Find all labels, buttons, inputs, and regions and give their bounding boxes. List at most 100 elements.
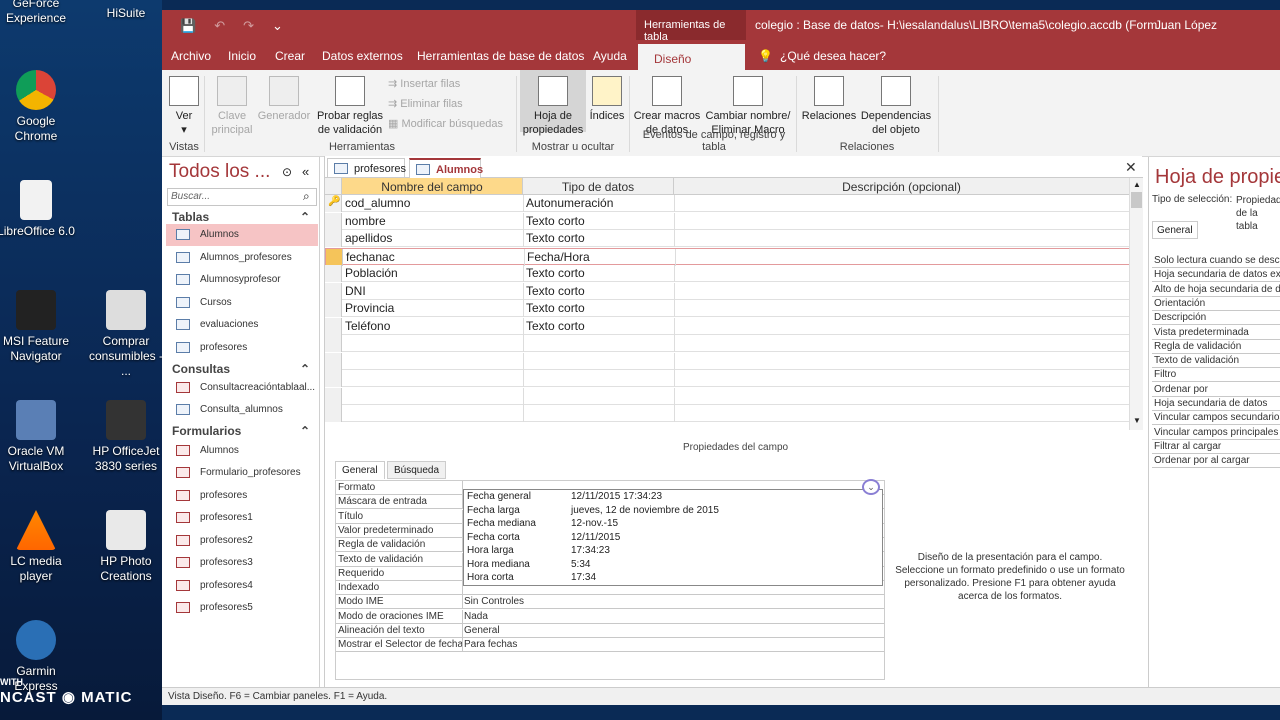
scroll-down-icon[interactable]: ▼ (1133, 416, 1141, 425)
nav-item-profesores2[interactable]: profesores2 (166, 530, 318, 552)
tab-datos-externos[interactable]: Datos externos (322, 49, 403, 63)
sheet-property-row[interactable]: Descripción (1152, 311, 1280, 326)
scroll-thumb[interactable] (1131, 192, 1142, 208)
view-button[interactable]: Ver ▾ (166, 70, 202, 137)
table-row-empty[interactable] (325, 387, 1130, 405)
tab-diseno[interactable]: Diseño (638, 42, 745, 70)
table-row[interactable]: Provincia Texto corto (325, 300, 1130, 317)
table-row-empty[interactable] (325, 352, 1130, 370)
dropdown-option[interactable]: Hora mediana 5:34 (464, 559, 882, 573)
nav-item-profesores3[interactable]: profesores3 (166, 552, 318, 574)
data-type-cell[interactable]: Texto corto (526, 284, 585, 298)
table-row[interactable]: Teléfono Texto corto (325, 317, 1130, 335)
table-row[interactable]: 🔑 cod_alumno Autonumeración (325, 195, 1130, 212)
sheet-property-row[interactable]: Texto de validación (1152, 354, 1280, 369)
sheet-property-row[interactable]: Vista predeterminada (1152, 326, 1280, 340)
vertical-scrollbar[interactable]: ▲ ▼ (1129, 178, 1143, 430)
field-name-cell[interactable]: apellidos (345, 231, 392, 245)
table-row[interactable]: apellidos Texto corto (325, 230, 1130, 247)
delete-rows-button[interactable]: ⇉ Eliminar filas (388, 97, 463, 110)
nav-menu-icon[interactable]: ⊙ (282, 165, 292, 179)
rename-delete-macro-button[interactable]: Cambiar nombre/ Eliminar Macro (702, 70, 794, 137)
sheet-property-row[interactable]: Hoja secundaria de datos (1152, 397, 1280, 411)
property-row[interactable]: Mostrar el Selector de fecha Para fechas (336, 638, 884, 653)
nav-title[interactable]: Todos los ... (169, 161, 270, 183)
object-dependencies-button[interactable]: Dependencias del objeto (858, 70, 934, 137)
field-name-cell[interactable]: nombre (345, 214, 386, 228)
nav-item-cursos[interactable]: Cursos (166, 292, 318, 314)
table-row[interactable]: DNI Texto corto (325, 282, 1130, 300)
nav-item-form-alumnos[interactable]: Alumnos (166, 440, 318, 462)
indexes-button[interactable]: Índices (587, 70, 627, 123)
relationships-button[interactable]: Relaciones (800, 70, 858, 123)
nav-item-consulta-creacion[interactable]: Consultacreacióntablaal... (166, 377, 318, 399)
dropdown-option[interactable]: Hora corta 17:34 (464, 572, 882, 586)
field-name-cell[interactable]: DNI (345, 284, 366, 298)
dropdown-option[interactable]: Hora larga 17:34:23 (464, 545, 882, 559)
nav-item-form-profesores[interactable]: profesores (166, 485, 318, 507)
property-row[interactable]: Alineación del texto General (336, 624, 884, 638)
save-icon[interactable]: 💾 (180, 18, 196, 34)
nav-item-alumnos-profesores[interactable]: Alumnos_profesores (166, 247, 318, 269)
row-selector[interactable] (325, 405, 342, 422)
desktop-icon-vlc[interactable]: LC media player (0, 510, 76, 584)
nav-item-profesores1[interactable]: profesores1 (166, 507, 318, 529)
nav-section-formularios[interactable]: Formularios ⌃ (162, 422, 320, 440)
property-value[interactable]: Sin Controles (464, 596, 524, 607)
row-selector[interactable] (325, 370, 342, 387)
nav-item-profesores5[interactable]: profesores5 (166, 597, 318, 619)
field-name-cell[interactable]: Población (345, 266, 398, 280)
nav-item-consulta-alumnos[interactable]: Consulta_alumnos (166, 399, 318, 421)
tab-inicio[interactable]: Inicio (228, 49, 256, 63)
desktop-icon-msi[interactable]: MSI Feature Navigator (0, 290, 76, 364)
data-type-cell[interactable]: Autonumeración (526, 196, 613, 210)
nav-search-input[interactable]: Buscar... (167, 188, 317, 206)
row-selector[interactable] (325, 265, 342, 282)
tab-general[interactable]: General (335, 461, 385, 479)
desktop-icon-chrome[interactable]: Google Chrome (0, 70, 76, 144)
tab-ayuda[interactable]: Ayuda (593, 49, 627, 63)
data-type-cell[interactable]: Texto corto (526, 266, 585, 280)
desktop-icon-hisuite[interactable]: HiSuite (86, 6, 166, 21)
property-row[interactable]: Modo IME Sin Controles (336, 595, 884, 610)
field-name-cell[interactable]: cod_alumno (345, 196, 410, 210)
table-row-empty[interactable] (325, 405, 1130, 422)
close-icon[interactable]: ✕ (1125, 159, 1137, 176)
nav-item-formulario-profesores[interactable]: Formulario_profesores (166, 462, 318, 484)
row-selector[interactable]: 🔑 (325, 195, 342, 212)
tab-archivo[interactable]: Archivo (171, 49, 211, 63)
table-row-empty[interactable] (325, 335, 1130, 352)
sheet-property-row[interactable]: Ordenar por al cargar (1152, 454, 1280, 469)
customize-qat-icon[interactable]: ⌄ (272, 18, 283, 34)
nav-item-profesores[interactable]: profesores (166, 337, 318, 359)
row-selector[interactable] (325, 387, 342, 405)
row-selector[interactable] (325, 212, 342, 230)
row-selector[interactable] (325, 317, 342, 335)
field-name-cell[interactable]: fechanac (346, 250, 395, 264)
property-value[interactable]: Nada (464, 611, 488, 622)
sheet-property-row[interactable]: Regla de validación (1152, 340, 1280, 354)
data-type-cell[interactable]: Texto corto (526, 319, 585, 333)
nav-item-alumnosyprofesor[interactable]: Alumnosyprofesor (166, 269, 318, 291)
scroll-up-icon[interactable]: ▲ (1133, 180, 1141, 189)
sheet-property-row[interactable]: Hoja secundaria de datos ex (1152, 268, 1280, 283)
tab-crear[interactable]: Crear (275, 49, 305, 63)
table-row-selected[interactable]: fechanac Fecha/Hora (325, 247, 1130, 266)
desktop-icon-hp-photo[interactable]: HP Photo Creations (86, 510, 166, 584)
search-icon[interactable]: ⌕ (303, 189, 310, 204)
sheet-tab-general[interactable]: General (1152, 221, 1198, 239)
sheet-property-row[interactable]: Vincular campos principales (1152, 426, 1280, 440)
table-row[interactable]: Población Texto corto (325, 265, 1130, 282)
modify-lookups-button[interactable]: ▦ Modificar búsquedas (388, 117, 503, 130)
format-dropdown-button[interactable]: ⌄ (862, 479, 880, 495)
dropdown-option[interactable]: Fecha corta 12/11/2015 (464, 532, 882, 546)
sheet-property-row[interactable]: Filtrar al cargar (1152, 440, 1280, 454)
sheet-property-row[interactable]: Solo lectura cuando se desco (1152, 254, 1280, 268)
row-selector[interactable] (325, 230, 342, 247)
property-sheet-button[interactable]: Hoja de propiedades (520, 70, 586, 136)
tell-me-search[interactable]: ¿Qué desea hacer? (780, 49, 886, 63)
user-name[interactable]: Juan López (1155, 18, 1217, 32)
desktop-icon-virtualbox[interactable]: Oracle VM VirtualBox (0, 400, 76, 474)
field-name-cell[interactable]: Teléfono (345, 319, 390, 333)
row-selector[interactable] (325, 300, 342, 317)
